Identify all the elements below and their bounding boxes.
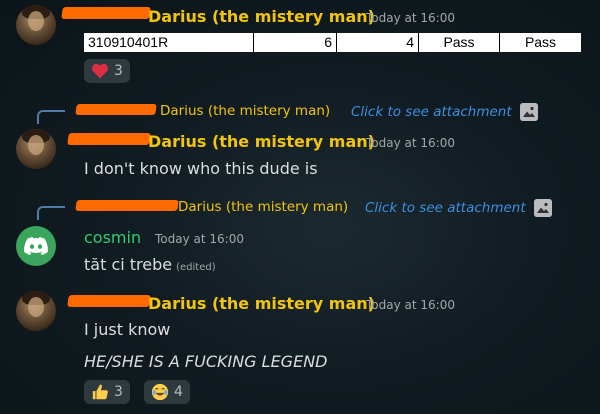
timestamp: Today at 16:00 xyxy=(366,298,455,312)
avatar[interactable] xyxy=(16,5,56,45)
message-text: tăt ci trebe (edited) xyxy=(84,255,216,274)
image-icon xyxy=(534,199,552,217)
table-cell-status-2: Pass xyxy=(524,34,557,50)
reaction-heart[interactable]: 3 xyxy=(84,59,130,83)
table-cell-value-1: 6 xyxy=(254,33,337,52)
image-icon xyxy=(520,103,538,121)
message-1: Darius (the mistery man) Today at 16:00 … xyxy=(0,0,600,90)
timestamp: Today at 16:00 xyxy=(155,232,244,246)
redaction-mark xyxy=(75,200,179,211)
avatar[interactable] xyxy=(16,226,56,266)
discord-logo-icon xyxy=(24,237,48,255)
heart-icon xyxy=(92,63,108,79)
username[interactable]: cosmin xyxy=(84,228,141,247)
avatar-face xyxy=(28,297,44,317)
reply-connector xyxy=(37,206,65,220)
username[interactable]: Darius (the mistery man) xyxy=(148,132,375,151)
message-body: tăt ci trebe xyxy=(84,255,173,274)
avatar-face xyxy=(28,11,44,31)
timestamp: Today at 16:00 xyxy=(366,136,455,150)
reaction-thumbs-up[interactable]: 3 xyxy=(84,380,130,404)
avatar-face xyxy=(28,135,44,155)
redaction-mark xyxy=(75,104,157,115)
reaction-count: 4 xyxy=(174,384,183,400)
edited-marker: (edited) xyxy=(176,262,216,273)
message-text: HE/SHE IS A FUCKING LEGEND xyxy=(84,352,328,371)
reaction-joy[interactable]: 4 xyxy=(144,380,190,404)
redaction-mark xyxy=(67,133,151,145)
redaction-mark xyxy=(61,7,151,19)
message-3: Darius (the mistery man) Click to see at… xyxy=(0,192,600,282)
table-cell-id: 310910401R xyxy=(84,33,254,52)
reply-attachment-link[interactable]: Click to see attachment xyxy=(365,200,526,216)
message-text: I don't know who this dude is xyxy=(84,159,318,178)
avatar[interactable] xyxy=(16,291,56,331)
thumbs-up-icon xyxy=(92,384,108,400)
username[interactable]: Darius (the mistery man) xyxy=(148,7,375,26)
reply-username[interactable]: Darius (the mistery man) xyxy=(178,199,348,215)
reaction-count: 3 xyxy=(114,63,123,79)
embedded-table-image[interactable]: 310910401R 6 4 Pass Pass xyxy=(84,33,581,52)
reaction-count: 3 xyxy=(114,384,123,400)
username[interactable]: Darius (the mistery man) xyxy=(148,294,375,313)
table-cell-status-1: Pass xyxy=(419,33,500,52)
message-2: Darius (the mistery man) Click to see at… xyxy=(0,96,600,186)
message-4: Darius (the mistery man) Today at 16:00 … xyxy=(0,288,600,414)
message-text: I just know xyxy=(84,320,171,339)
reply-attachment-link[interactable]: Click to see attachment xyxy=(351,104,512,120)
reply-username[interactable]: Darius (the mistery man) xyxy=(160,103,330,119)
joy-face-icon xyxy=(151,383,169,401)
reply-connector xyxy=(37,110,65,124)
avatar[interactable] xyxy=(16,129,56,169)
redaction-mark xyxy=(67,295,151,307)
table-cell-value-2: 4 xyxy=(337,33,419,52)
timestamp: Today at 16:00 xyxy=(366,11,455,25)
